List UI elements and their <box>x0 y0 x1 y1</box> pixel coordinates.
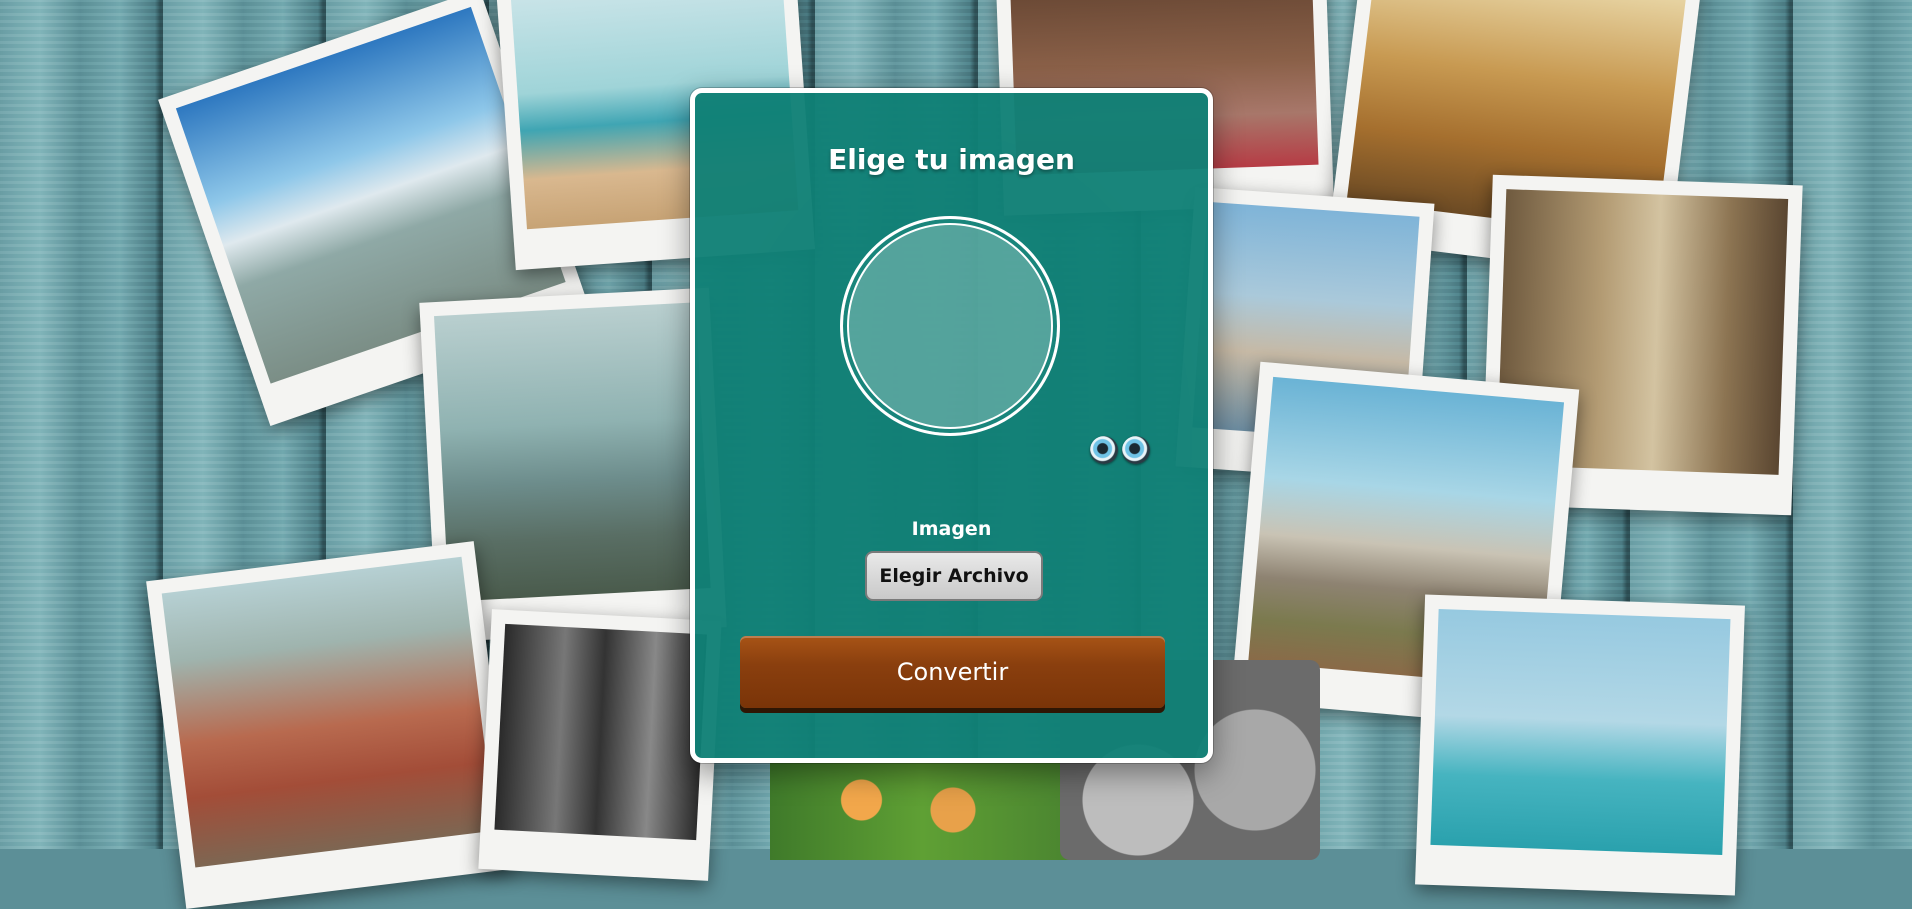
photo-image <box>1430 608 1731 856</box>
image-upload-card: Elige tu imagen Imagen Elegir Archivo Co… <box>690 88 1213 763</box>
photo-image <box>161 556 496 868</box>
left-eye-icon <box>1090 436 1118 464</box>
polaroid-photo-city-view <box>146 541 514 909</box>
right-eye-icon <box>1122 436 1150 464</box>
image-preview-circle <box>840 216 1060 436</box>
polaroid-photo-hotel-beach <box>1415 594 1745 896</box>
convert-button[interactable]: Convertir <box>740 636 1165 708</box>
card-title: Elige tu imagen <box>828 143 1075 176</box>
eyes-icon <box>1090 436 1150 464</box>
choose-file-button[interactable]: Elegir Archivo <box>865 551 1043 601</box>
image-field-label: Imagen <box>911 518 992 540</box>
